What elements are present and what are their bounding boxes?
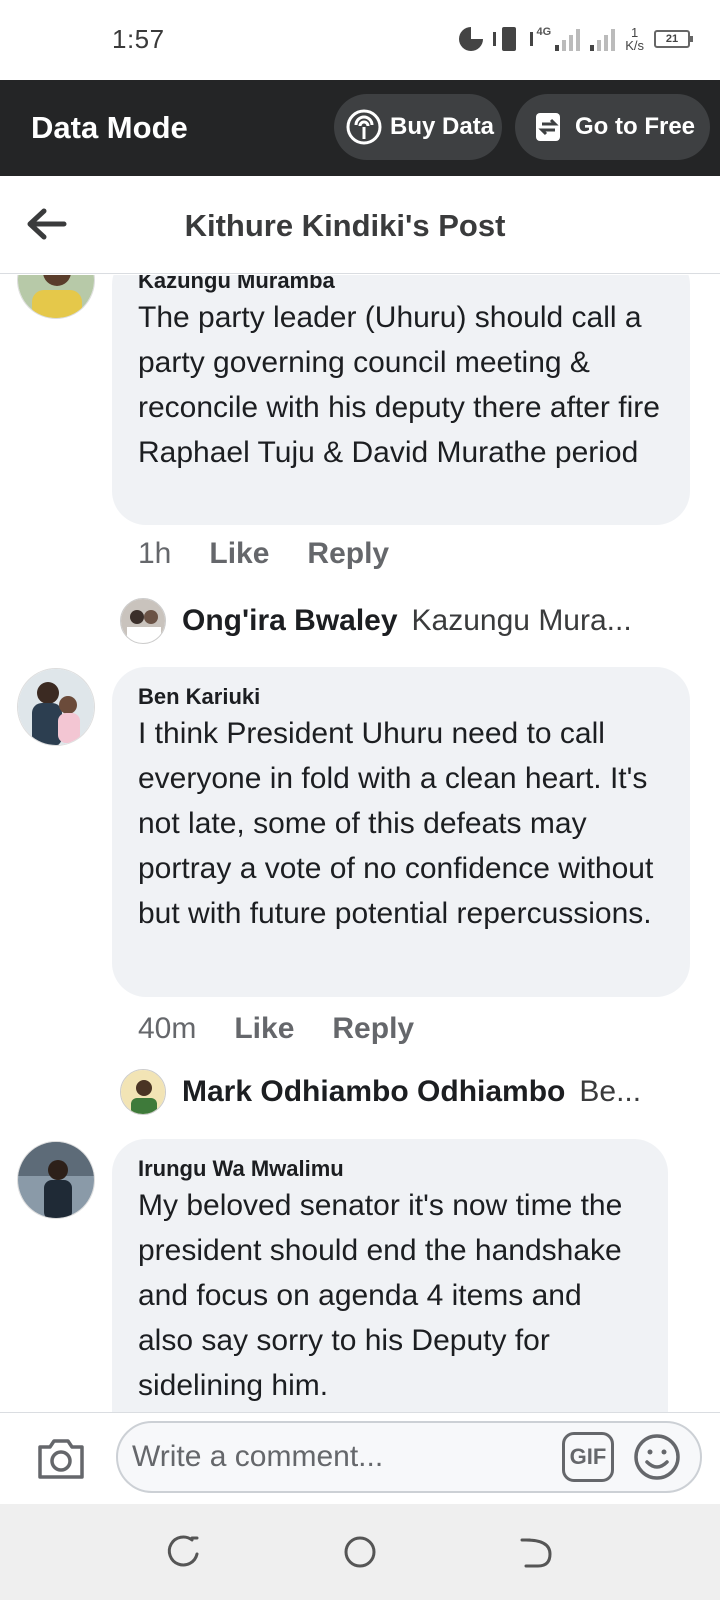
comment-bubble[interactable]: Ben Kariuki I think President Uhuru need…: [112, 667, 690, 997]
vibrate-icon: [492, 27, 533, 51]
buy-data-button[interactable]: Buy Data: [334, 94, 502, 160]
like-button[interactable]: Like: [234, 1012, 294, 1046]
go-to-free-label: Go to Free: [575, 113, 696, 140]
reply-snippet: Kazungu Mura...: [411, 604, 632, 637]
reply-author: Mark Odhiambo Odhiambo: [182, 1075, 566, 1108]
reply-preview[interactable]: Mark Odhiambo Odhiambo Be...: [120, 1069, 641, 1115]
back-icon[interactable]: [516, 1532, 556, 1572]
status-time: 1:57: [112, 24, 165, 54]
comment-text: The party leader (Uhuru) should call a p…: [138, 301, 660, 469]
battery-icon: 21: [654, 30, 693, 48]
avatar: [120, 598, 166, 644]
home-icon[interactable]: [340, 1532, 380, 1572]
signal-icon-secondary: [590, 27, 616, 51]
comment-text: My beloved senator it's now time the pre…: [138, 1189, 623, 1402]
network-speed-unit: K/s: [625, 38, 644, 53]
system-nav-bar: [0, 1504, 720, 1600]
avatar[interactable]: [17, 1141, 95, 1219]
broadcast-icon: [346, 109, 382, 145]
avatar: [120, 1069, 166, 1115]
signal-icon: [555, 27, 581, 51]
comment-author[interactable]: Irungu Wa Mwalimu: [138, 1155, 642, 1183]
reply-button[interactable]: Reply: [307, 537, 389, 571]
post-header: Kithure Kindiki's Post: [0, 176, 720, 274]
page-title: Kithure Kindiki's Post: [184, 208, 506, 243]
reply-button[interactable]: Reply: [332, 1012, 414, 1046]
comment-actions: 40m Like Reply: [138, 1012, 452, 1046]
camera-icon[interactable]: [36, 1435, 86, 1481]
status-icons: 4G 1 K/s 21: [458, 22, 693, 56]
comment-author[interactable]: Kazungu Muramba: [138, 275, 664, 295]
emoji-icon[interactable]: [632, 1432, 682, 1482]
recents-icon[interactable]: [164, 1532, 204, 1572]
comment-bubble[interactable]: Irungu Wa Mwalimu My beloved senator it'…: [112, 1139, 668, 1412]
buy-data-label: Buy Data: [390, 113, 495, 140]
comment-bubble[interactable]: Kazungu Muramba The party leader (Uhuru)…: [112, 275, 690, 525]
comments-feed[interactable]: Kazungu Muramba The party leader (Uhuru)…: [0, 275, 720, 1412]
switch-free-icon: [531, 109, 567, 145]
comment-input[interactable]: [116, 1421, 702, 1493]
data-mode-title: Data Mode: [31, 110, 188, 145]
data-saver-icon: [458, 27, 483, 51]
network-speed: 1 K/s: [625, 26, 644, 52]
comment-time: 1h: [138, 537, 172, 570]
gif-button[interactable]: GIF: [562, 1432, 614, 1482]
like-button[interactable]: Like: [209, 537, 269, 571]
network-type-label: 4G: [536, 26, 552, 38]
comment-actions: 1h Like Reply: [138, 537, 427, 571]
comment-time: 40m: [138, 1012, 197, 1045]
reply-author: Ong'ira Bwaley: [182, 604, 398, 637]
reply-preview[interactable]: Ong'ira Bwaley Kazungu Mura...: [120, 598, 632, 644]
avatar[interactable]: [17, 668, 95, 746]
avatar[interactable]: [17, 275, 95, 319]
reply-snippet: Be...: [579, 1075, 642, 1108]
data-mode-bar: Data Mode Buy Data Go to Free: [0, 80, 720, 176]
comment-author[interactable]: Ben Kariuki: [138, 683, 664, 711]
comment-composer: GIF: [0, 1412, 720, 1504]
go-to-free-button[interactable]: Go to Free: [515, 94, 710, 160]
comment-text: I think President Uhuru need to call eve…: [138, 717, 654, 930]
status-bar: 1:57 4G 1 K/s 21: [0, 0, 720, 80]
